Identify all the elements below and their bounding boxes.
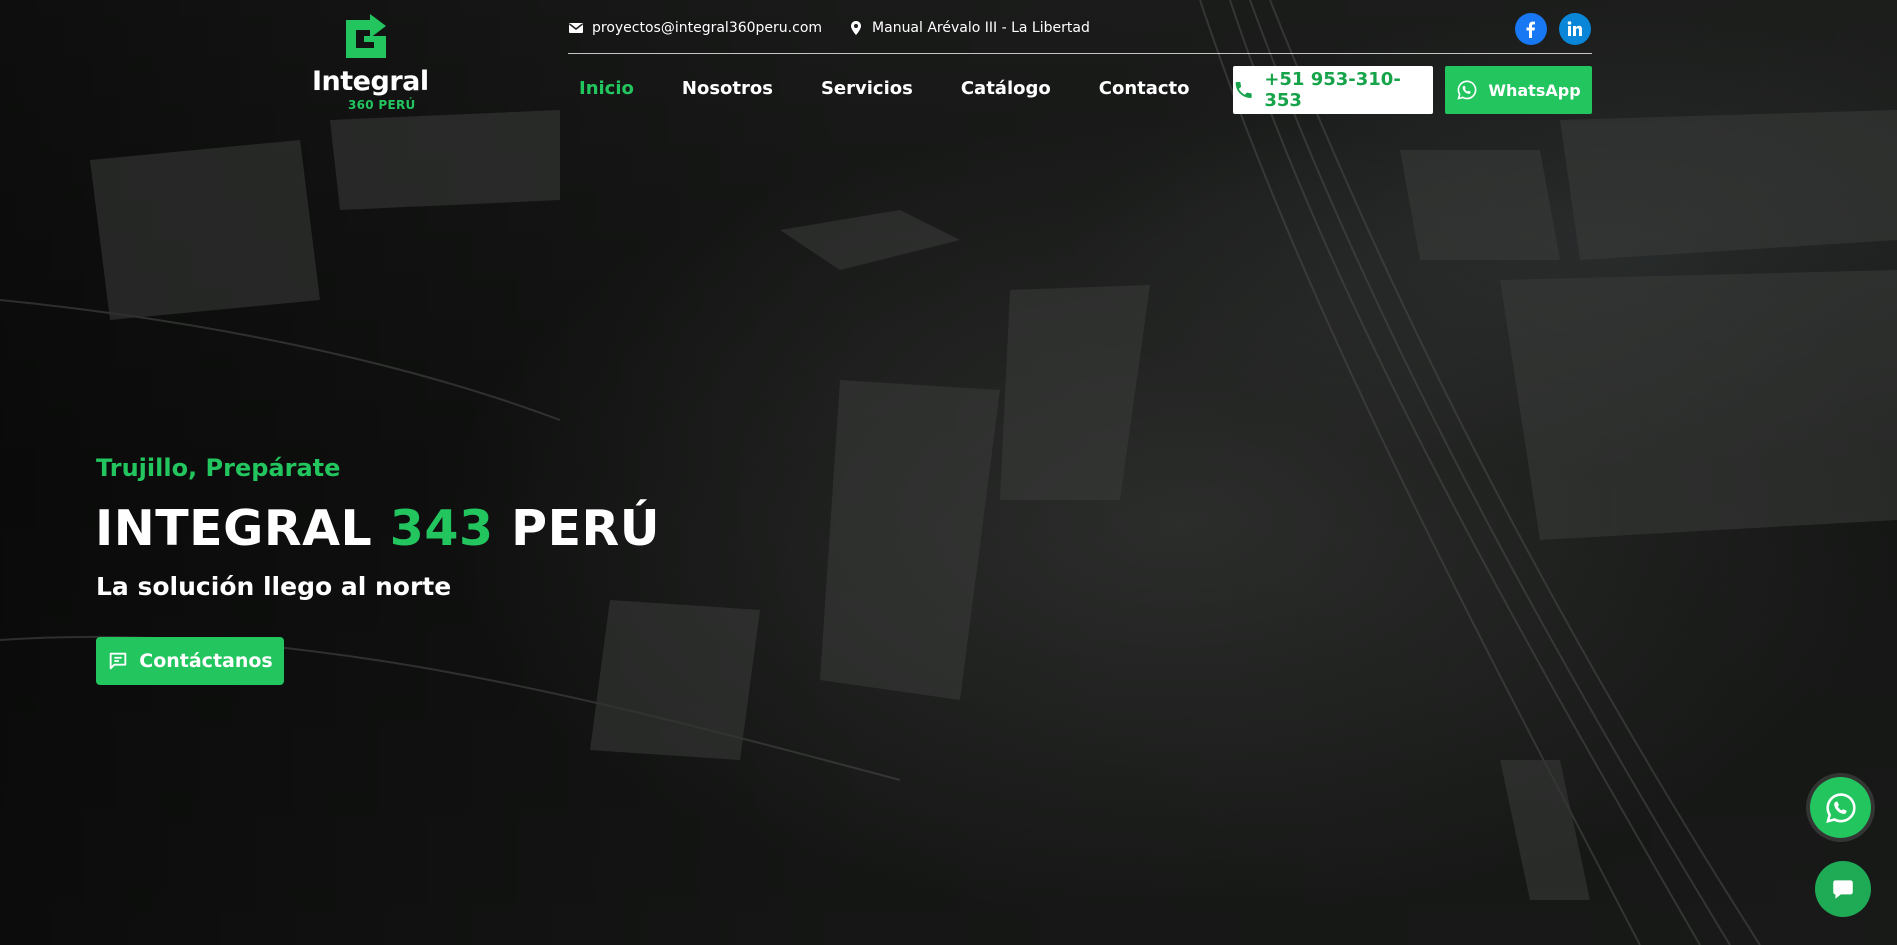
floating-chat-button[interactable] bbox=[1815, 861, 1871, 917]
nav-item-servicios[interactable]: Servicios bbox=[821, 78, 913, 99]
nav-item-nosotros[interactable]: Nosotros bbox=[682, 78, 773, 99]
logo-wordmark: Integral bbox=[312, 66, 429, 97]
contact-info-bar: proyectos@integral360peru.com Manual Aré… bbox=[568, 18, 1090, 38]
header-divider bbox=[568, 53, 1592, 54]
hero-subtitle: La solución llego al norte bbox=[96, 572, 452, 601]
linkedin-icon bbox=[1567, 21, 1582, 36]
phone-button[interactable]: +51 953-310-353 bbox=[1233, 66, 1433, 114]
whatsapp-button[interactable]: WhatsApp bbox=[1445, 66, 1592, 114]
contact-cta-label: Contáctanos bbox=[139, 650, 273, 672]
message-square-icon bbox=[110, 652, 127, 670]
whatsapp-icon bbox=[1825, 792, 1856, 823]
hero-eyebrow: Trujillo, Prepárate bbox=[96, 454, 341, 482]
nav-item-inicio[interactable]: Inicio bbox=[579, 78, 634, 99]
logo-mark-icon bbox=[346, 14, 386, 58]
chat-bubble-icon bbox=[1833, 880, 1853, 899]
whatsapp-icon bbox=[1457, 80, 1477, 100]
facebook-link[interactable] bbox=[1515, 13, 1547, 45]
facebook-icon bbox=[1526, 21, 1535, 38]
linkedin-link[interactable] bbox=[1559, 13, 1591, 45]
hero-title-part1: INTEGRAL bbox=[95, 500, 390, 557]
email-contact[interactable]: proyectos@integral360peru.com bbox=[568, 20, 822, 36]
floating-whatsapp-button[interactable] bbox=[1810, 777, 1871, 838]
email-text: proyectos@integral360peru.com bbox=[592, 20, 823, 36]
phone-icon bbox=[1235, 82, 1252, 98]
contact-cta-button[interactable]: Contáctanos bbox=[96, 637, 284, 685]
address-contact: Manual Arévalo III - La Libertad bbox=[848, 20, 1090, 36]
site-logo[interactable]: Integral 360 PERÚ bbox=[310, 12, 429, 112]
phone-label: +51 953-310-353 bbox=[1264, 69, 1401, 111]
location-pin-icon bbox=[851, 21, 862, 35]
whatsapp-label: WhatsApp bbox=[1488, 80, 1581, 100]
main-nav: Inicio Nosotros Servicios Catálogo Conta… bbox=[579, 78, 1238, 99]
nav-item-catalogo[interactable]: Catálogo bbox=[961, 78, 1051, 99]
social-links bbox=[1515, 13, 1591, 45]
hero-title-accent: 343 bbox=[389, 500, 494, 557]
hero-title: INTEGRAL 343 PERÚ bbox=[95, 500, 660, 557]
address-text: Manual Arévalo III - La Libertad bbox=[872, 20, 1090, 36]
hero-title-part2: PERÚ bbox=[493, 500, 661, 557]
nav-item-contacto[interactable]: Contacto bbox=[1099, 78, 1190, 99]
logo-subtitle: 360 PERÚ bbox=[348, 98, 416, 112]
mail-icon bbox=[569, 23, 583, 33]
